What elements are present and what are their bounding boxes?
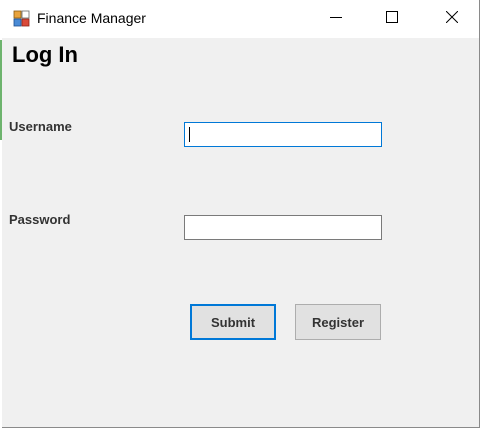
- submit-button[interactable]: Submit: [190, 304, 276, 340]
- maximize-button[interactable]: [369, 0, 415, 38]
- window-title: Finance Manager: [37, 10, 146, 26]
- form-area: Log In Username Password Submit Register: [1, 38, 479, 427]
- password-label: Password: [9, 212, 71, 227]
- close-icon: [445, 10, 459, 28]
- maximize-icon: [386, 10, 398, 28]
- username-field[interactable]: [184, 122, 382, 147]
- window-edge: [0, 0, 2, 428]
- app-icon: [13, 10, 31, 28]
- text-caret: [189, 127, 190, 142]
- close-button[interactable]: [429, 0, 475, 38]
- login-window: Finance Manager Log In Username Password…: [0, 0, 480, 428]
- register-button[interactable]: Register: [295, 304, 381, 340]
- minimize-icon: [330, 10, 342, 28]
- minimize-button[interactable]: [313, 0, 359, 38]
- username-label: Username: [9, 119, 72, 134]
- title-bar[interactable]: Finance Manager: [1, 0, 479, 38]
- page-title: Log In: [12, 42, 78, 67]
- password-field[interactable]: [184, 215, 382, 240]
